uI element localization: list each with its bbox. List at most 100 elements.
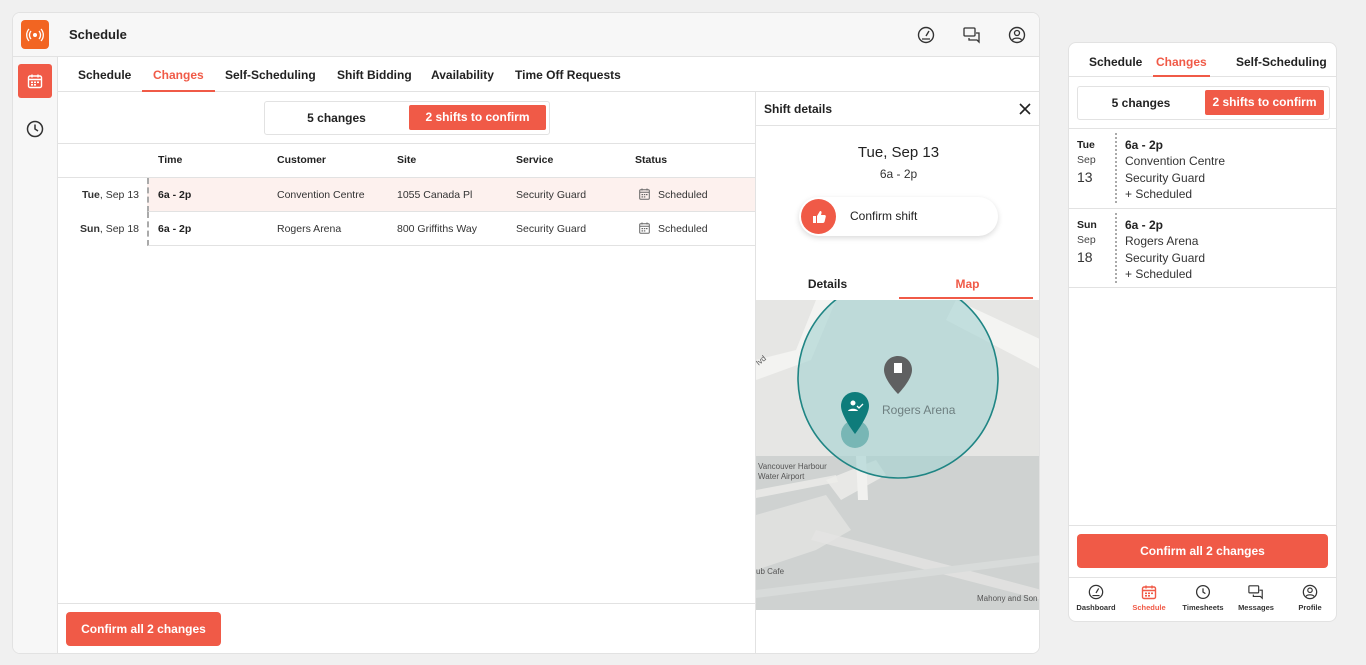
chat-icon[interactable] [963, 26, 981, 44]
item-time: 6a - 2p [1125, 218, 1164, 232]
shift-date: Tue, Sep 13 [857, 144, 940, 161]
confirm-all-button[interactable]: Confirm all 2 changes [1077, 534, 1328, 568]
tab-availability[interactable]: Availability [420, 57, 505, 92]
map-label-arena: Rogers Arena [882, 403, 956, 417]
tab-underline [899, 297, 1033, 299]
header-site: Site [397, 154, 417, 166]
row-time: 6a - 2p [158, 223, 192, 235]
item-date: 13 [1077, 169, 1093, 185]
item-month: Sep [1077, 234, 1096, 246]
shift-details-panel: Shift details Tue, Sep 13 6a - 2p Confir… [755, 92, 1039, 653]
nav-profile[interactable]: Profile [1283, 584, 1336, 612]
speedometer-icon [1088, 584, 1104, 600]
tab-schedule[interactable]: Schedule [67, 57, 142, 92]
shifts-to-confirm-button[interactable]: 2 shifts to confirm [409, 105, 546, 130]
confirm-shift-button[interactable]: Confirm shift [799, 197, 998, 236]
map-canvas [756, 300, 1039, 610]
tab-self-scheduling[interactable]: Self-Scheduling [214, 57, 327, 92]
row-status: Scheduled [658, 223, 708, 235]
calendar-icon [1141, 585, 1157, 600]
clock-icon [1195, 584, 1211, 600]
mobile-tab-bar: Schedule Changes Self-Scheduling [1069, 43, 1336, 77]
header-customer: Customer [277, 154, 327, 166]
confirm-all-button[interactable]: Confirm all 2 changes [66, 612, 221, 646]
nav-label: Schedule [1132, 603, 1166, 612]
map-label-airport: Vancouver Harbour Water Airport [758, 462, 827, 481]
map-label-cafe: ub Cafe [756, 567, 785, 576]
confirm-shift-label: Confirm shift [850, 209, 918, 223]
mobile-nav: Dashboard Schedule Timesheets Messages P… [1069, 577, 1336, 621]
item-service: Security Guard [1125, 171, 1206, 185]
row-date: Tue, Sep 13 [81, 189, 139, 201]
chat-icon [1248, 585, 1263, 600]
item-date: 18 [1077, 249, 1093, 265]
nav-dashboard[interactable]: Dashboard [1069, 584, 1123, 612]
tab-bar: Schedule Changes Self-Scheduling Shift B… [58, 57, 1039, 92]
list-item[interactable]: Sun Sep 18 6a - 2p Rogers Arena Security… [1069, 208, 1336, 288]
nav-label: Timesheets [1182, 603, 1224, 612]
table-row[interactable]: 6a - 2p Convention Centre 1055 Canada Pl… [147, 178, 755, 212]
header-status: Status [635, 154, 668, 166]
divider [58, 143, 755, 144]
item-status: + Scheduled [1125, 267, 1193, 281]
tab-shift-bidding[interactable]: Shift Bidding [326, 57, 423, 92]
calendar-icon [639, 222, 650, 234]
panel-header: Shift details [756, 92, 1039, 126]
dashed-line [1115, 133, 1117, 203]
table-row[interactable]: 6a - 2p Rogers Arena 800 Griffiths Way S… [147, 212, 755, 246]
item-customer: Rogers Arena [1125, 234, 1199, 248]
row-customer: Rogers Arena [277, 223, 342, 235]
row-customer: Convention Centre [277, 189, 365, 201]
tab-time-off-requests[interactable]: Time Off Requests [504, 57, 632, 92]
shifts-to-confirm-button[interactable]: 2 shifts to confirm [1205, 90, 1324, 115]
calendar-icon [639, 188, 650, 200]
user-circle-icon [1302, 584, 1318, 600]
item-month: Sep [1077, 154, 1096, 166]
item-day: Tue [1077, 139, 1095, 151]
tab-map[interactable]: Map [896, 264, 1039, 300]
header-service: Service [516, 154, 554, 166]
map-view[interactable]: Rogers Arena Vancouver Harbour Water Air… [756, 300, 1039, 610]
list-item[interactable]: Tue Sep 13 6a - 2p Convention Centre Sec… [1069, 128, 1336, 208]
item-status: + Scheduled [1125, 187, 1193, 201]
speedometer-icon[interactable] [917, 26, 935, 44]
tab-details[interactable]: Details [756, 264, 899, 300]
changes-segment: 5 changes 2 shifts to confirm [264, 101, 550, 135]
left-nav [13, 57, 58, 653]
thumbs-up-icon [801, 199, 836, 234]
item-service: Security Guard [1125, 251, 1206, 265]
top-bar: Schedule [13, 13, 1039, 57]
app-title: Schedule [69, 27, 127, 42]
item-time: 6a - 2p [1125, 138, 1164, 152]
user-circle-icon[interactable] [1008, 26, 1026, 44]
item-customer: Convention Centre [1125, 154, 1226, 168]
dashed-line [1115, 213, 1117, 283]
tab-changes[interactable]: Changes [1153, 43, 1210, 77]
tab-self-scheduling[interactable]: Self-Scheduling [1236, 43, 1327, 77]
mobile-bottom-bar: Confirm all 2 changes [1069, 525, 1336, 577]
tab-changes[interactable]: Changes [142, 57, 215, 92]
changes-count-button[interactable]: 5 changes [265, 102, 408, 134]
row-service: Security Guard [516, 189, 587, 201]
nav-label: Dashboard [1076, 603, 1116, 612]
bottom-bar: Confirm all 2 changes [58, 603, 755, 653]
row-site: 800 Griffiths Way [397, 223, 477, 235]
row-date: Sun, Sep 18 [80, 223, 139, 235]
changes-count-button[interactable]: 5 changes [1078, 87, 1204, 119]
clock-icon[interactable] [25, 119, 45, 139]
nav-label: Messages [1238, 603, 1274, 612]
nav-schedule[interactable]: Schedule [1122, 584, 1176, 612]
map-label-road: Mahony and Son [977, 594, 1038, 603]
desktop-window: Schedule Schedule Changes Self-Schedulin… [12, 12, 1040, 654]
tab-schedule[interactable]: Schedule [1089, 43, 1142, 77]
header-time: Time [158, 154, 183, 166]
nav-messages[interactable]: Messages [1229, 584, 1283, 612]
nav-timesheets[interactable]: Timesheets [1176, 584, 1230, 612]
panel-title: Shift details [764, 102, 833, 116]
close-icon[interactable] [1019, 103, 1031, 115]
row-site: 1055 Canada Pl [397, 189, 473, 201]
row-service: Security Guard [516, 223, 587, 235]
logo-icon[interactable] [21, 20, 49, 49]
calendar-icon[interactable] [18, 64, 52, 98]
nav-label: Profile [1298, 603, 1322, 612]
